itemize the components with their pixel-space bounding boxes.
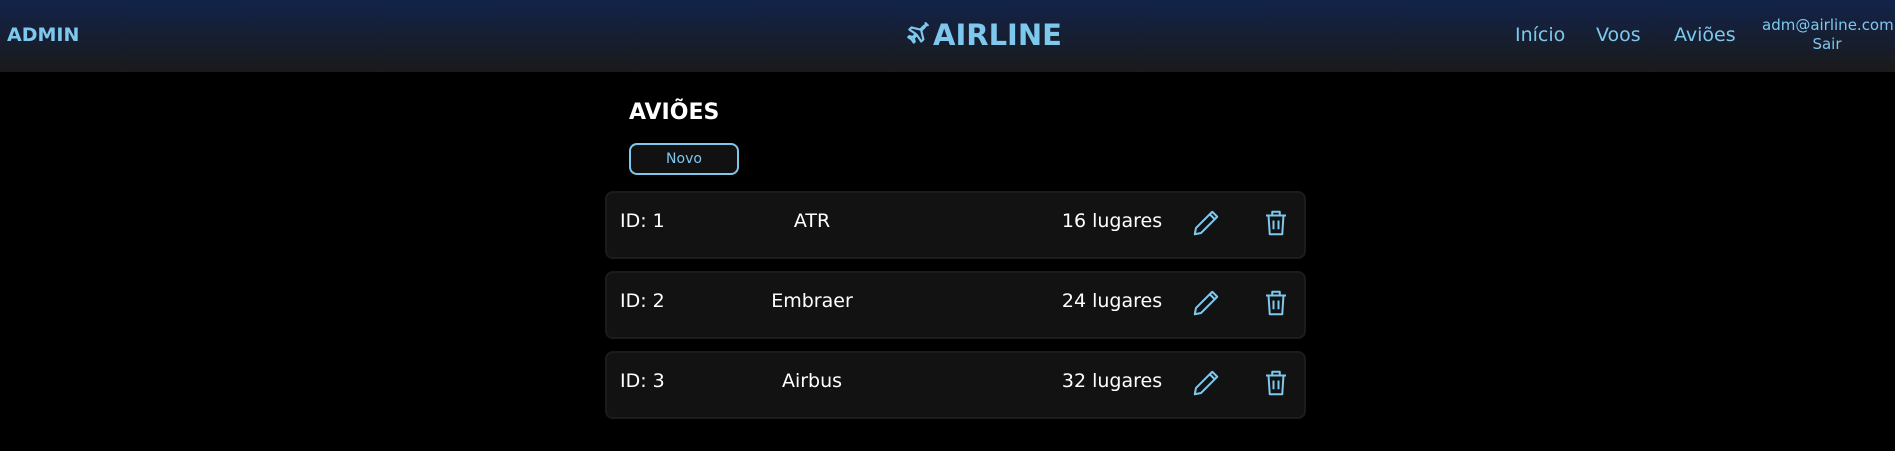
plane-name: Embraer [771, 290, 853, 312]
nav-inicio[interactable]: Início [1515, 24, 1565, 46]
nav-voos[interactable]: Voos [1596, 24, 1641, 46]
pencil-icon[interactable] [1191, 287, 1221, 319]
plane-id: ID: 3 [620, 370, 665, 392]
trash-icon[interactable] [1261, 287, 1291, 319]
user-menu: adm@airline.com Sair [1762, 16, 1894, 54]
plane-row: ID: 1 ATR 16 lugares [605, 191, 1306, 259]
plane-name: ATR [793, 210, 831, 232]
trash-icon[interactable] [1261, 367, 1291, 399]
brand-name: AIRLINE [933, 18, 1062, 52]
new-plane-button[interactable]: Novo [629, 143, 739, 175]
brand-logo[interactable]: AIRLINE [905, 18, 1062, 52]
plane-name: Airbus [781, 370, 843, 392]
pencil-icon[interactable] [1191, 367, 1221, 399]
logout-link[interactable]: Sair [1762, 35, 1892, 54]
admin-label: ADMIN [7, 24, 80, 46]
pencil-icon[interactable] [1191, 207, 1221, 239]
trash-icon[interactable] [1261, 207, 1291, 239]
page-title: AVIÕES [629, 100, 720, 125]
plane-id: ID: 2 [620, 290, 665, 312]
user-email: adm@airline.com [1762, 16, 1894, 34]
top-navbar: ADMIN AIRLINE Início Voos Aviões adm@air… [0, 0, 1895, 72]
plane-row: ID: 3 Airbus 32 lugares [605, 351, 1306, 419]
plane-row: ID: 2 Embraer 24 lugares [605, 271, 1306, 339]
plane-icon [907, 22, 929, 44]
nav-avioes[interactable]: Aviões [1674, 24, 1736, 46]
plane-id: ID: 1 [620, 210, 665, 232]
